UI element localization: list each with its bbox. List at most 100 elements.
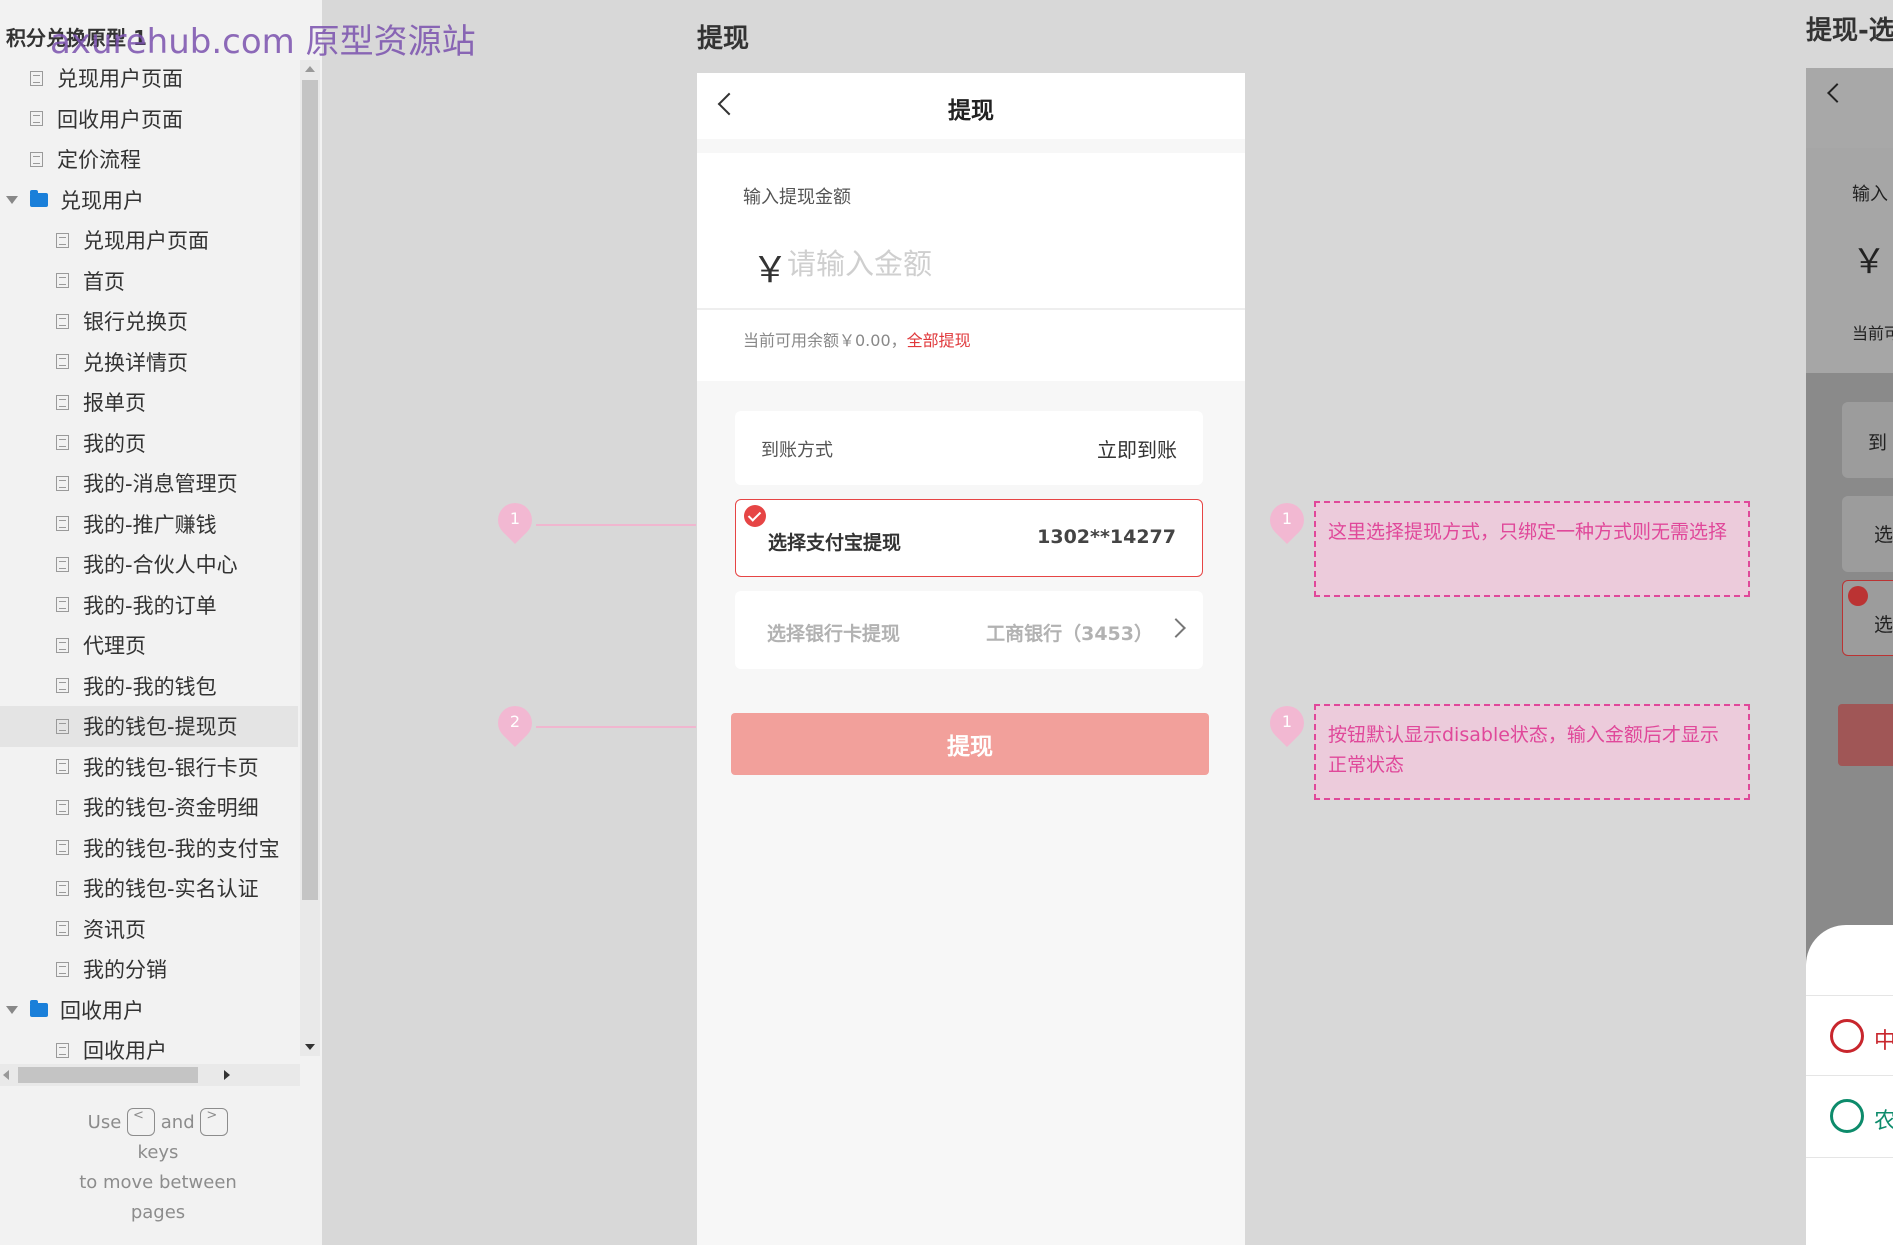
page-icon (56, 718, 69, 734)
divider (1806, 1075, 1893, 1076)
tree-item-label: 回收用户页面 (57, 107, 183, 132)
check-icon (744, 505, 766, 527)
annotation-note: 按钮默认显示disable状态，输入金额后才显示正常状态 (1314, 704, 1750, 800)
tree-item[interactable]: 我的钱包-实名认证 (0, 868, 298, 909)
balance-line: 当前可用余额￥0.00，全部提现 (743, 327, 971, 351)
annotation-note: 这里选择提现方式，只绑定一种方式则无需选择 (1314, 501, 1750, 597)
tree-item[interactable]: 报单页 (0, 382, 298, 423)
preview-bank-b: 农 (1874, 1109, 1893, 1134)
scroll-left-arrow-icon[interactable] (3, 1070, 9, 1080)
annotation-pin-number: 1 (1281, 509, 1293, 528)
amount-card: 输入提现金额 ￥ 当前可用余额￥0.00，全部提现 (697, 153, 1245, 381)
scroll-up-arrow-icon[interactable] (305, 66, 315, 72)
tree-item[interactable]: 我的钱包-银行卡页 (0, 747, 298, 788)
tree-item-label: 我的钱包-我的支付宝 (83, 836, 280, 861)
tree-item[interactable]: 我的钱包-资金明细 (0, 787, 298, 828)
page-icon (56, 1042, 69, 1058)
chevron-right-icon (1166, 618, 1186, 638)
arrival-value: 立即到账 (1097, 438, 1177, 462)
next-page-heading: 提现-选 (1806, 16, 1893, 46)
watermark: axurehub.com 原型资源站 (50, 22, 476, 62)
scroll-right-arrow-icon[interactable] (224, 1070, 230, 1080)
scrollbar-thumb[interactable] (302, 80, 318, 900)
page-icon (56, 516, 69, 532)
tree-item-label: 首页 (83, 269, 125, 294)
tree-item[interactable]: 我的钱包-我的支付宝 (0, 828, 298, 869)
collapse-caret-icon[interactable] (6, 195, 18, 204)
page-icon (56, 556, 69, 572)
tree-item[interactable]: 定价流程 (0, 139, 298, 180)
scroll-down-arrow-icon[interactable] (305, 1044, 315, 1050)
page-icon (30, 70, 43, 86)
phone-screen: 提现 输入提现金额 ￥ 当前可用余额￥0.00，全部提现 到账方式 立即到账 选… (697, 73, 1245, 1245)
hint-keys: keys (137, 1142, 179, 1163)
bank-of-china-icon (1830, 1019, 1864, 1053)
preview-arrival: 到 (1868, 432, 1888, 454)
preview-option-b: 选 (1874, 614, 1893, 636)
tree-item[interactable]: 银行兑换页 (0, 301, 298, 342)
tree-item-label: 我的-消息管理页 (83, 472, 238, 497)
alipay-option[interactable]: 选择支付宝提现 1302**14277 (735, 499, 1203, 577)
tree-item[interactable]: 回收用户页面 (0, 99, 298, 140)
tree-item[interactable]: 兑现用户页面 (0, 58, 298, 99)
folder-icon (30, 189, 48, 207)
page-icon (56, 354, 69, 370)
hint-use: Use (87, 1112, 122, 1133)
tree-item-label: 我的-合伙人中心 (83, 553, 238, 578)
page-icon (56, 273, 69, 289)
bank-card-option[interactable]: 选择银行卡提现 工商银行（3453） (735, 591, 1203, 669)
tree-item-label: 我的-推广赚钱 (83, 512, 217, 537)
currency-symbol: ￥ (752, 250, 789, 291)
tree-item[interactable]: 我的-消息管理页 (0, 463, 298, 504)
tree-item[interactable]: 我的页 (0, 423, 298, 464)
page-tree: 兑现用户页面 回收用户页面 定价流程 兑现用户 兑现用户页面 首页 银行兑换页 … (0, 58, 298, 1071)
tree-item-selected[interactable]: 我的钱包-提现页 (0, 706, 298, 747)
page-icon (56, 313, 69, 329)
tree-folder[interactable]: 回收用户 (0, 990, 298, 1031)
amount-input[interactable] (787, 241, 1187, 287)
tree-item[interactable]: 我的分销 (0, 949, 298, 990)
folder-icon (30, 999, 48, 1017)
withdraw-all-link[interactable]: 全部提现 (907, 331, 971, 350)
page-icon (30, 151, 43, 167)
tree-item[interactable]: 我的-我的订单 (0, 585, 298, 626)
tree-item[interactable]: 兑换详情页 (0, 342, 298, 383)
agricultural-bank-icon (1830, 1099, 1864, 1133)
alipay-account: 1302**14277 (1037, 526, 1176, 548)
preview-currency: ￥ (1852, 242, 1886, 282)
next-key-icon: > (200, 1108, 229, 1136)
tree-item[interactable]: 首页 (0, 261, 298, 302)
amount-label: 输入提现金额 (743, 187, 851, 208)
annotation-pin-number: 2 (509, 712, 521, 731)
annotation-pin-number: 1 (1281, 712, 1293, 731)
bank-card-label: 选择银行卡提现 (767, 623, 901, 645)
tree-item[interactable]: 我的-推广赚钱 (0, 504, 298, 545)
check-icon (1848, 586, 1868, 606)
collapse-caret-icon[interactable] (6, 1005, 18, 1014)
horizontal-scrollbar[interactable] (0, 1064, 300, 1086)
bank-card-value: 工商银行（3453） (986, 623, 1153, 645)
tree-item-label: 兑换详情页 (83, 350, 188, 375)
tree-item[interactable]: 我的-合伙人中心 (0, 544, 298, 585)
preview-nav (1806, 68, 1893, 148)
tree-item[interactable]: 资讯页 (0, 909, 298, 950)
tree-folder-label: 兑现用户 (60, 188, 144, 213)
sitemap-panel: 积分兑换原型 1 axurehub.com 原型资源站 兑现用户页面 回收用户页… (0, 0, 476, 1245)
scrollbar-thumb[interactable] (18, 1067, 198, 1083)
tree-item[interactable]: 兑现用户页面 (0, 220, 298, 261)
page-icon (56, 394, 69, 410)
page-icon (56, 880, 69, 896)
page-icon (56, 232, 69, 248)
tree-folder-label: 回收用户 (60, 998, 144, 1023)
tree-item[interactable]: 代理页 (0, 625, 298, 666)
withdraw-button[interactable]: 提现 (731, 713, 1209, 775)
preview-bank-a: 中 (1874, 1029, 1893, 1054)
tree-item-label: 资讯页 (83, 917, 146, 942)
tree-folder[interactable]: 兑现用户 (0, 180, 298, 221)
tree-item[interactable]: 我的-我的钱包 (0, 666, 298, 707)
tree-item-label: 报单页 (83, 391, 146, 416)
page-icon (56, 597, 69, 613)
tree-item-label: 兑现用户页面 (83, 229, 209, 254)
nav-bar: 提现 (697, 73, 1245, 139)
vertical-scrollbar[interactable] (300, 60, 320, 1056)
